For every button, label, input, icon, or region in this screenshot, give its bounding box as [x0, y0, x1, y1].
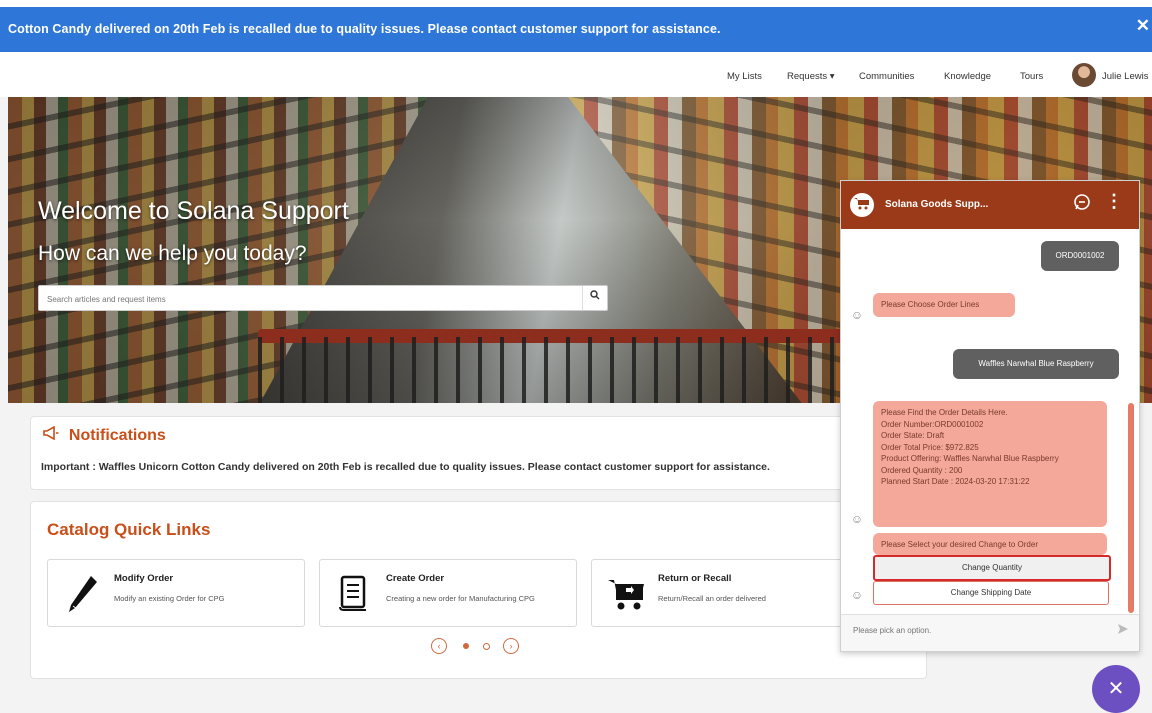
recall-banner: Cotton Candy delivered on 20th Feb is re…: [0, 7, 1152, 52]
chevron-left-icon[interactable]: ‹: [431, 638, 447, 654]
pen-icon: [62, 574, 102, 614]
order-detail-line: Order Total Price: $972.825: [881, 442, 979, 452]
bot-message: Please Select your desired Change to Ord…: [873, 533, 1107, 555]
send-icon[interactable]: [1117, 623, 1129, 638]
tile-title: Return or Recall: [658, 573, 732, 584]
tile-desc: Modify an existing Order for CPG: [114, 594, 225, 603]
page-dot[interactable]: [483, 643, 490, 650]
user-name[interactable]: Julie Lewis: [1102, 71, 1148, 82]
order-detail-line: Order State: Draft: [881, 431, 945, 440]
close-chat-button[interactable]: ✕: [1092, 665, 1140, 713]
order-detail-line: Planned Start Date : 2024-03-20 17:31:22: [881, 477, 1030, 486]
avatar[interactable]: [1072, 63, 1096, 87]
notification-text: Important : Waffles Unicorn Cotton Candy…: [41, 461, 770, 473]
top-strip: [0, 0, 1152, 7]
search-icon[interactable]: [582, 286, 607, 310]
chat-input-bar: [841, 614, 1139, 651]
order-detail-line: Order Number:ORD0001002: [881, 419, 984, 429]
close-icon[interactable]: ✕: [1136, 16, 1150, 36]
bot-avatar-icon: ☺: [850, 588, 864, 602]
chat-scrollbar[interactable]: [1128, 403, 1134, 613]
document-icon: [334, 574, 374, 614]
nav-communities[interactable]: Communities: [859, 71, 914, 82]
tile-desc: Creating a new order for Manufacturing C…: [386, 594, 535, 603]
notifications-card: Notifications Important : Waffles Unicor…: [30, 416, 927, 490]
order-details-message: Please Find the Order Details Here. Orde…: [873, 401, 1107, 527]
cart-return-icon: [606, 574, 646, 614]
bot-avatar-icon: ☺: [850, 512, 864, 526]
option-change-shipping-date[interactable]: Change Shipping Date: [873, 581, 1109, 605]
chat-title: Solana Goods Supp...: [885, 199, 989, 210]
tile-title: Create Order: [386, 573, 445, 584]
tile-title: Modify Order: [114, 573, 174, 584]
chevron-right-icon[interactable]: ›: [503, 638, 519, 654]
order-detail-line: Please Find the Order Details Here.: [881, 408, 1008, 417]
chat-input[interactable]: [851, 625, 1095, 636]
catalog-card: Catalog Quick Links Modify Order Modify …: [30, 501, 927, 679]
bot-message: Please Choose Order Lines: [873, 293, 1015, 317]
chat-header: Solana Goods Supp... ⋮: [841, 181, 1139, 229]
chat-bubble-icon[interactable]: [1073, 193, 1091, 216]
order-detail-line: Product Offering: Waffles Narwhal Blue R…: [881, 454, 1059, 463]
nav-knowledge[interactable]: Knowledge: [944, 71, 991, 82]
notifications-title: Notifications: [68, 427, 166, 444]
tile-modify-order[interactable]: Modify Order Modify an existing Order fo…: [47, 559, 305, 627]
chat-widget: Solana Goods Supp... ⋮ ORD0001002 ☺ Plea…: [840, 180, 1140, 652]
top-nav: My Lists Requests ▾ Communities Knowledg…: [0, 52, 1152, 97]
tile-create-order[interactable]: Create Order Creating a new order for Ma…: [319, 559, 577, 627]
page-dot-active[interactable]: [463, 643, 469, 649]
more-options-icon[interactable]: ⋮: [1105, 191, 1123, 212]
nav-my-lists[interactable]: My Lists: [727, 71, 762, 82]
nav-tours[interactable]: Tours: [1020, 71, 1043, 82]
cart-logo-icon: [850, 193, 874, 217]
tile-desc: Return/Recall an order delivered: [658, 594, 766, 603]
bot-avatar-icon: ☺: [850, 308, 864, 322]
hero-cart: [258, 337, 878, 403]
tile-return-recall[interactable]: Return or Recall Return/Recall an order …: [591, 559, 849, 627]
megaphone-icon: [43, 425, 63, 443]
option-change-quantity[interactable]: Change Quantity: [873, 555, 1111, 581]
hero-subtitle: How can we help you today?: [38, 242, 307, 265]
search-input[interactable]: [39, 286, 579, 312]
user-message: Waffles Narwhal Blue Raspberry: [953, 349, 1119, 379]
user-message: ORD0001002: [1041, 241, 1119, 271]
notifications-heading: Notifications: [43, 425, 166, 445]
catalog-title: Catalog Quick Links: [47, 520, 211, 539]
banner-text: Cotton Candy delivered on 20th Feb is re…: [8, 22, 721, 36]
order-detail-line: Ordered Quantity : 200: [881, 465, 963, 475]
search-box: [38, 285, 608, 312]
nav-requests[interactable]: Requests ▾: [787, 71, 835, 82]
hero-title: Welcome to Solana Support: [38, 197, 349, 225]
